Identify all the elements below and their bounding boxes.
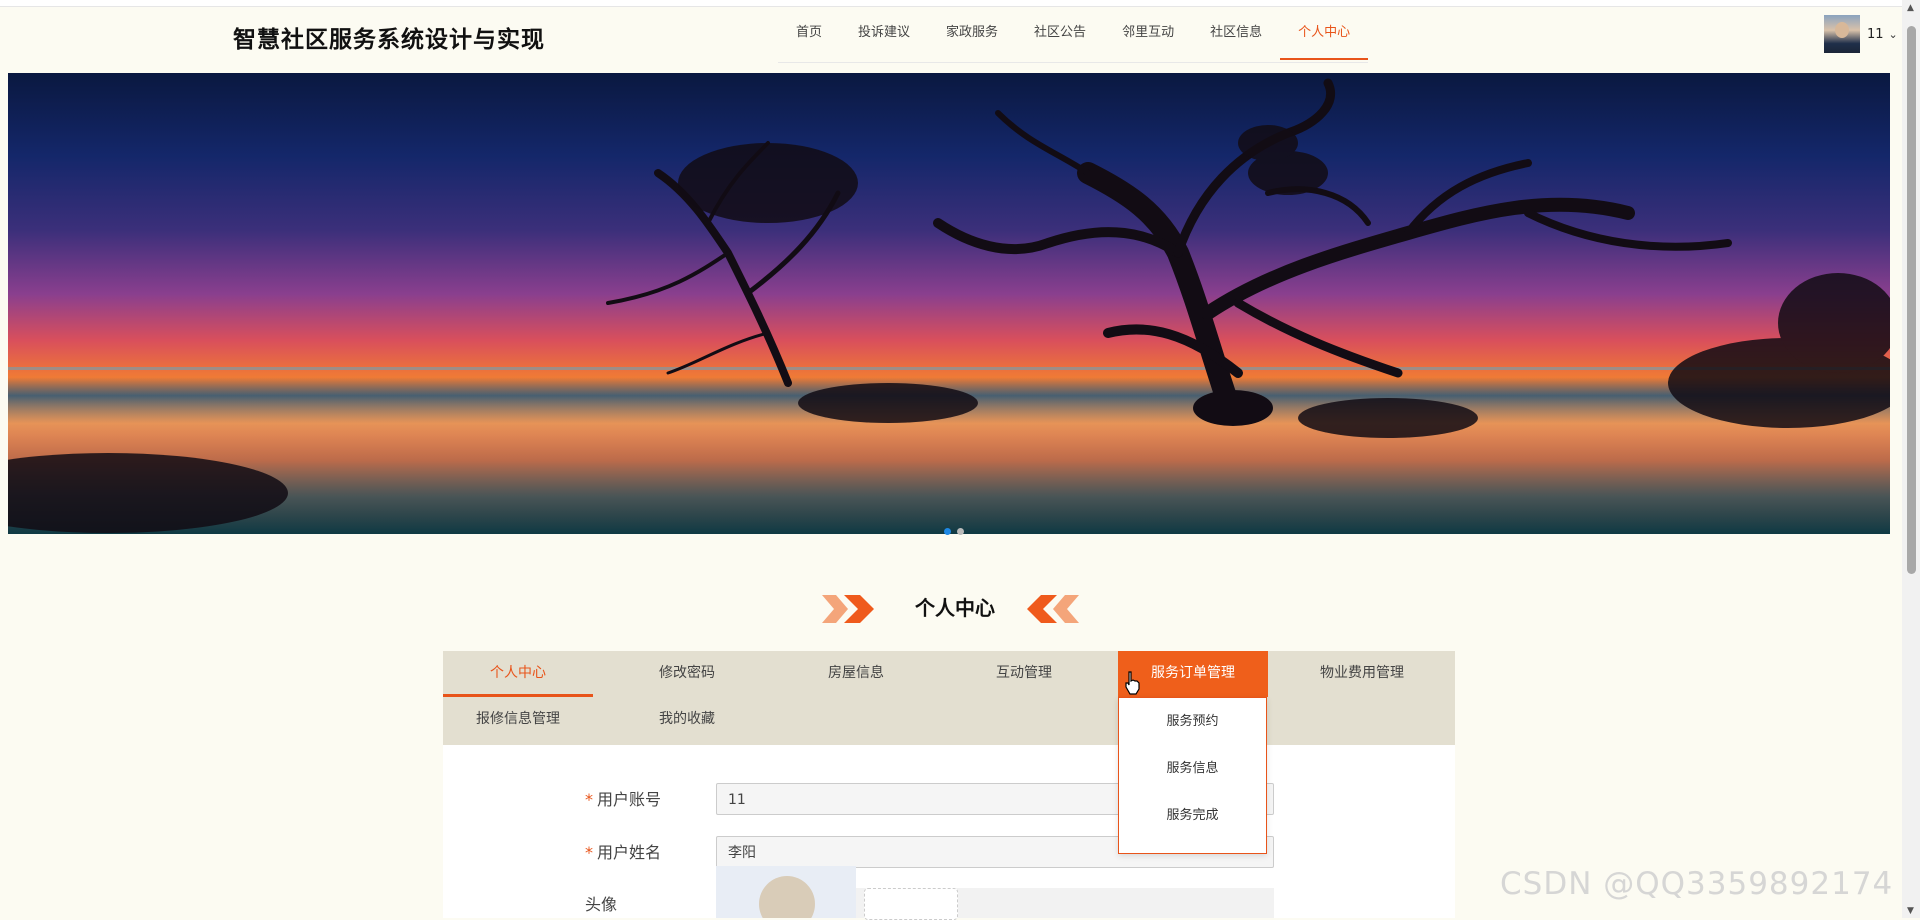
avatar-upload-button[interactable] [864,888,958,920]
avatar-label: 头像 [585,895,618,914]
tab-house-info[interactable]: 房屋信息 [781,651,931,697]
watermark: CSDN @QQ3359892174 [1500,866,1894,902]
required-mark: * [585,790,593,809]
banner-carousel [8,73,1890,534]
tab-personal-center[interactable]: 个人中心 [443,651,593,697]
menu-item-service-info[interactable]: 服务信息 [1119,745,1266,792]
nav-community-info[interactable]: 社区信息 [1192,8,1280,60]
banner-image [8,78,1890,534]
nav-neighbors[interactable]: 邻里互动 [1104,8,1192,60]
scroll-down-icon[interactable]: ▼ [1907,906,1914,916]
user-name: 11 [1867,26,1884,42]
carousel-dots [944,528,964,535]
tab-interaction-manage[interactable]: 互动管理 [949,651,1099,697]
tab-property-fees[interactable]: 物业费用管理 [1287,651,1437,697]
nav-home[interactable]: 首页 [778,8,840,60]
tab-change-password[interactable]: 修改密码 [612,651,762,697]
menu-item-service-complete[interactable]: 服务完成 [1119,792,1266,839]
name-label-text: 用户姓名 [597,843,662,862]
main-nav: 首页 投诉建议 家政服务 社区公告 邻里互动 社区信息 个人中心 [778,8,1369,63]
name-label: * 用户姓名 [585,839,661,863]
user-menu[interactable]: 11 ⌄ [1824,15,1898,53]
carousel-dot-2[interactable] [957,528,964,535]
top-border [0,0,1902,7]
scroll-up-icon[interactable]: ▲ [1907,3,1914,13]
tab-favorites[interactable]: 我的收藏 [612,697,762,743]
carousel-dot-1[interactable] [944,528,951,535]
section-heading: 个人中心 [820,590,1080,626]
hand-cursor-icon [1125,671,1140,695]
avatar-preview-image [716,866,856,918]
nav-announcements[interactable]: 社区公告 [1016,8,1104,60]
nav-complaints[interactable]: 投诉建议 [840,8,928,60]
account-label-text: 用户账号 [597,790,662,809]
double-chevron-right-icon [822,595,874,623]
page-scrollbar[interactable]: ▲ ▼ [1902,0,1920,918]
required-mark: * [585,843,593,862]
account-label: * 用户账号 [585,786,661,810]
avatar [1824,15,1860,53]
menu-item-service-booking[interactable]: 服务预约 [1119,698,1266,745]
personal-center-tabs: 个人中心 修改密码 房屋信息 互动管理 服务订单管理 物业费用管理 报修信息管理… [443,651,1455,745]
nav-housekeeping[interactable]: 家政服务 [928,8,1016,60]
section-title: 个人中心 [915,596,995,620]
double-chevron-left-icon [1027,595,1079,623]
service-orders-dropdown: 服务预约 服务信息 服务完成 [1118,697,1267,854]
tab-repair-info[interactable]: 报修信息管理 [443,697,593,743]
nav-personal-center[interactable]: 个人中心 [1280,8,1369,60]
chevron-down-icon: ⌄ [1888,27,1898,41]
site-title: 智慧社区服务系统设计与实现 [233,27,545,53]
scroll-thumb[interactable] [1907,26,1916,574]
